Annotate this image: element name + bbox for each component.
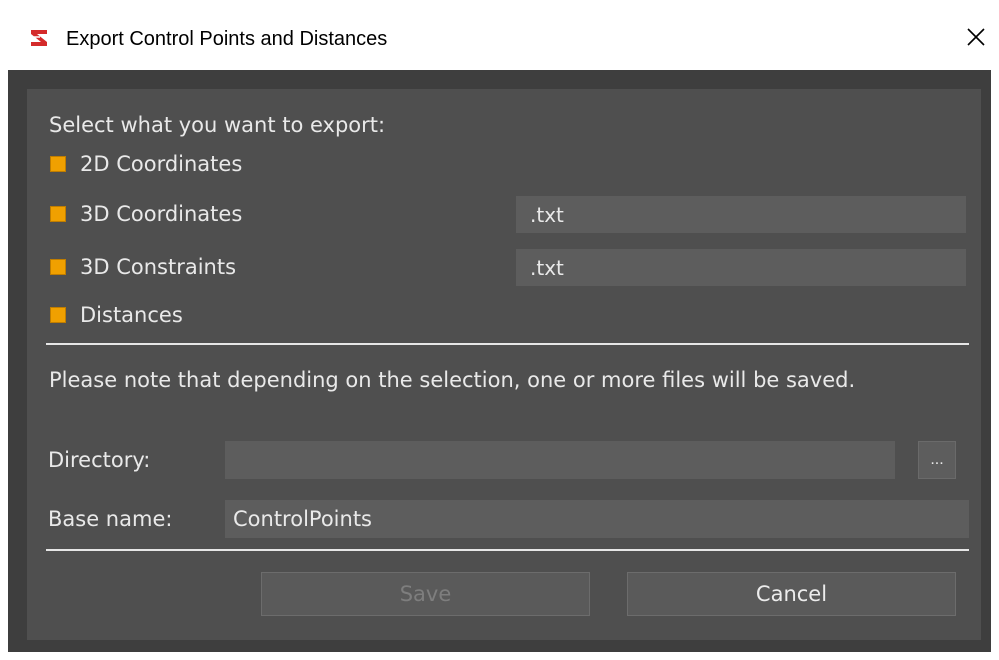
app-logo-icon: [31, 30, 47, 46]
option-2d-coordinates[interactable]: 2D Coordinates: [50, 149, 242, 179]
option-label: 3D Coordinates: [80, 202, 243, 226]
base-name-label: Base name:: [48, 507, 173, 531]
option-label: Distances: [80, 303, 183, 327]
checkbox-2d-coordinates[interactable]: [50, 156, 66, 172]
title-bar[interactable]: Export Control Points and Distances: [0, 0, 999, 70]
cancel-button[interactable]: Cancel: [627, 572, 956, 616]
checkbox-3d-constraints[interactable]: [50, 259, 66, 275]
3d-constraints-extension-field[interactable]: .txt: [516, 249, 966, 286]
directory-input[interactable]: [225, 441, 895, 479]
option-label: 3D Constraints: [80, 255, 237, 279]
option-3d-constraints[interactable]: 3D Constraints: [50, 252, 236, 282]
checkbox-3d-coordinates[interactable]: [50, 206, 66, 222]
save-note: Please note that depending on the select…: [49, 368, 856, 392]
export-prompt: Select what you want to export:: [49, 113, 386, 137]
directory-label: Directory:: [48, 448, 151, 472]
checkbox-distances[interactable]: [50, 307, 66, 323]
browse-directory-button[interactable]: ...: [918, 441, 956, 479]
option-3d-coordinates[interactable]: 3D Coordinates: [50, 199, 242, 229]
divider-bottom: [46, 549, 969, 551]
base-name-input[interactable]: ControlPoints: [225, 500, 969, 538]
option-label: 2D Coordinates: [80, 152, 243, 176]
window-title: Export Control Points and Distances: [66, 28, 388, 50]
close-icon: [967, 28, 985, 46]
save-button[interactable]: Save: [261, 572, 590, 616]
divider-top: [46, 343, 969, 345]
dialog-client-area: Select what you want to export: 2D Coord…: [8, 70, 991, 652]
dialog-panel: Select what you want to export: 2D Coord…: [27, 89, 981, 640]
export-dialog: Export Control Points and Distances Sele…: [0, 0, 999, 660]
close-button[interactable]: [953, 14, 999, 60]
option-distances[interactable]: Distances: [50, 300, 183, 330]
3d-coordinates-extension-field[interactable]: .txt: [516, 196, 966, 233]
